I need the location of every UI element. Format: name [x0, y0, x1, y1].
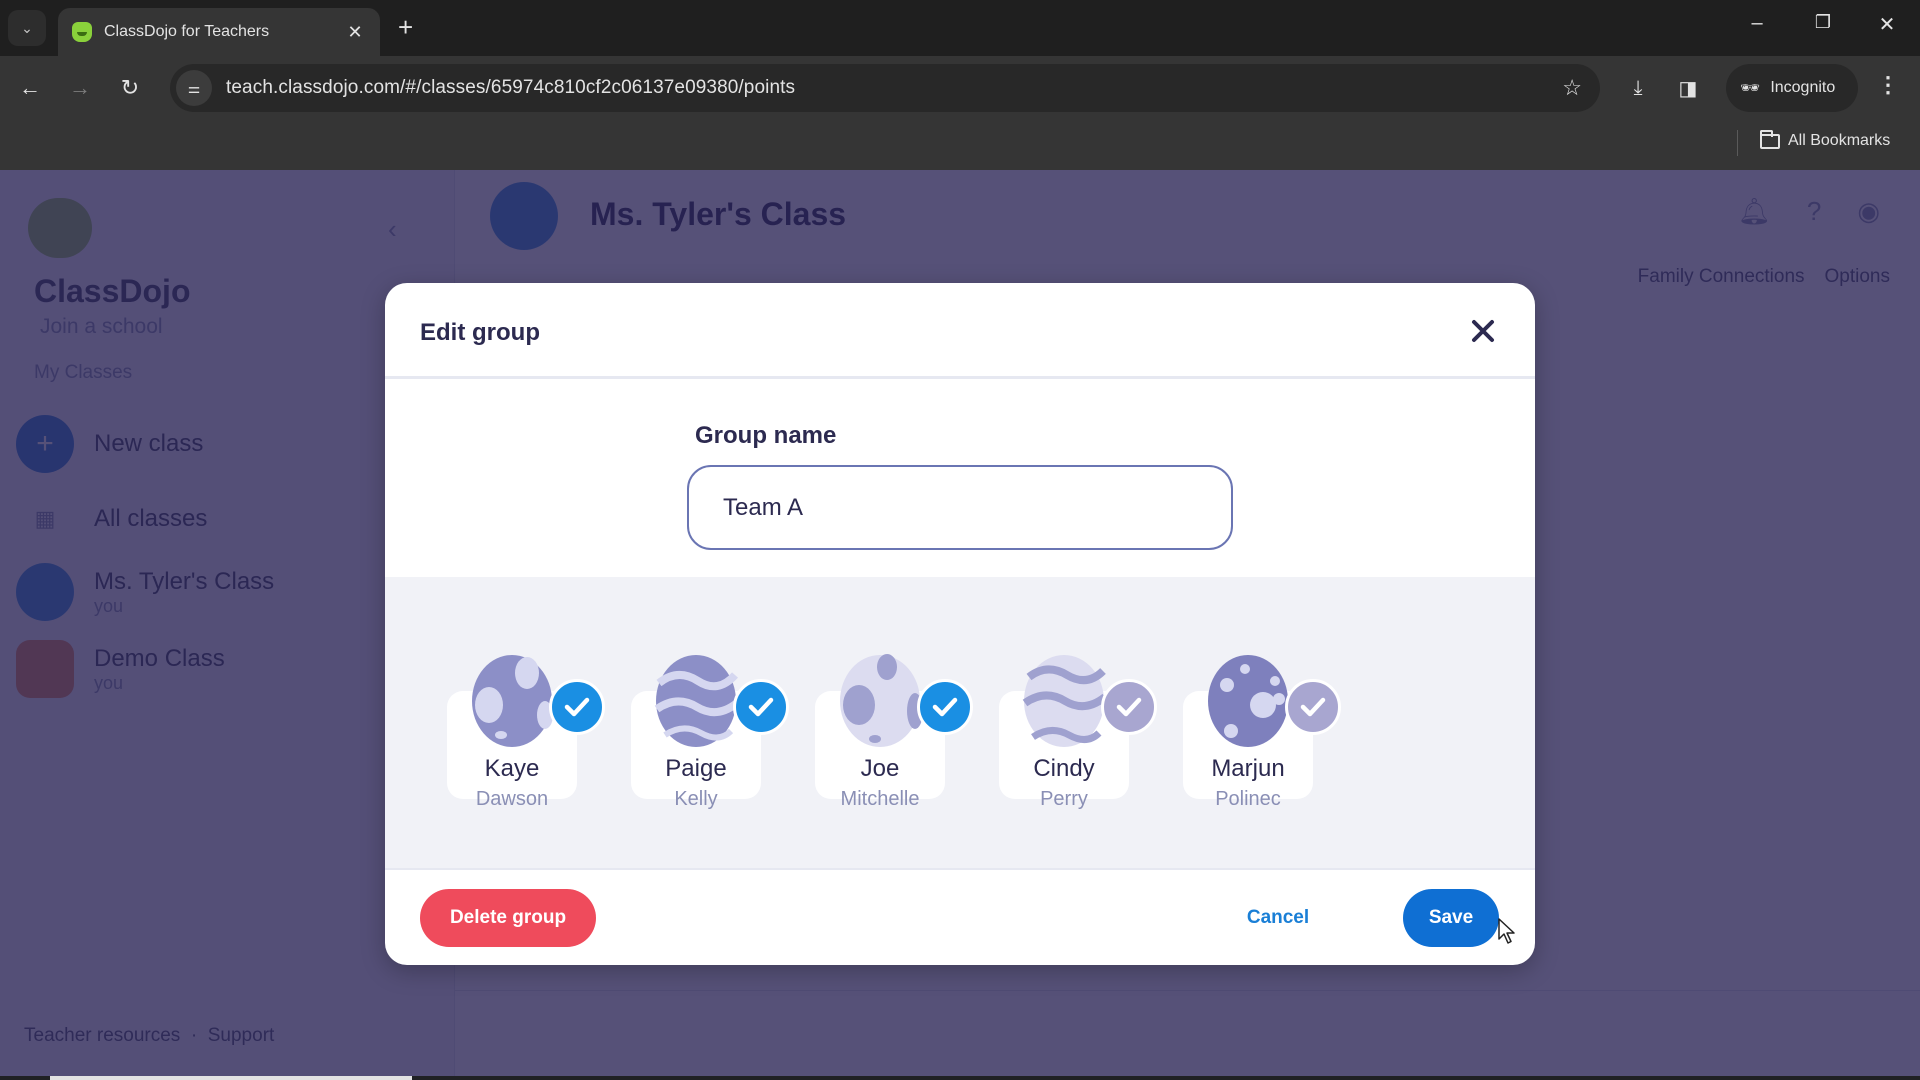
- minimize-button[interactable]: –: [1742, 12, 1772, 35]
- dialog-title: Edit group: [420, 319, 540, 346]
- dialog-header: Edit group: [385, 283, 1535, 379]
- window-close-button[interactable]: ✕: [1872, 12, 1902, 37]
- checked-icon[interactable]: [917, 679, 973, 735]
- student-first-name: Joe: [860, 755, 900, 782]
- url-text[interactable]: teach.classdojo.com/#/classes/65974c810c…: [226, 77, 1562, 99]
- save-button[interactable]: Save: [1403, 889, 1499, 947]
- close-button[interactable]: [1463, 311, 1503, 351]
- delete-group-button[interactable]: Delete group: [420, 889, 596, 947]
- all-bookmarks-button[interactable]: All Bookmarks: [1760, 129, 1891, 150]
- unchecked-icon[interactable]: [1285, 679, 1341, 735]
- incognito-icon: 🕶: [1740, 80, 1761, 97]
- egg-avatar-icon: [1022, 655, 1107, 747]
- student-card[interactable]: Cindy Perry: [999, 643, 1157, 810]
- download-icon[interactable]: ⤓: [1622, 72, 1654, 104]
- mouse-cursor-icon: [1498, 918, 1515, 944]
- egg-avatar-icon: [472, 655, 553, 747]
- incognito-indicator[interactable]: 🕶 Incognito: [1726, 64, 1858, 112]
- progress-track: [0, 1076, 1920, 1080]
- folder-icon: [1760, 129, 1780, 149]
- checked-icon[interactable]: [549, 679, 605, 735]
- tab-title: ClassDojo for Teachers: [104, 23, 270, 40]
- bookmark-star-icon[interactable]: ☆: [1562, 75, 1582, 101]
- group-name-input[interactable]: [687, 465, 1233, 550]
- dialog-footer: Delete group Cancel Save: [385, 872, 1535, 965]
- all-bookmarks-label: All Bookmarks: [1788, 132, 1891, 149]
- close-icon: [1472, 320, 1494, 342]
- student-last-name: Mitchelle: [840, 788, 920, 810]
- edit-group-dialog: Edit group Group name Kaye Dawson Paige Kel…: [385, 283, 1535, 965]
- egg-avatar-icon: [1208, 655, 1288, 747]
- browser-tab-active[interactable]: ClassDojo for Teachers ✕: [58, 8, 380, 56]
- group-name-label: Group name: [695, 422, 837, 449]
- egg-avatar-icon: [840, 654, 923, 747]
- student-first-name: Marjun: [1211, 755, 1285, 782]
- bookmarks-divider: [1737, 130, 1738, 156]
- reload-icon[interactable]: ↻: [114, 72, 146, 104]
- student-card[interactable]: Paige Kelly: [631, 643, 789, 810]
- site-info-icon[interactable]: ⚌: [176, 70, 212, 106]
- cancel-button[interactable]: Cancel: [1223, 889, 1333, 947]
- student-first-name: Paige: [665, 755, 727, 782]
- student-last-name: Dawson: [475, 788, 549, 810]
- new-tab-button[interactable]: +: [398, 12, 413, 42]
- student-picker: Kaye Dawson Paige Kelly Joe Mitchelle Cindy Per…: [385, 577, 1535, 870]
- tab-close-icon[interactable]: ✕: [344, 22, 366, 43]
- forward-arrow-icon[interactable]: →: [64, 72, 96, 104]
- student-first-name: Cindy: [1033, 755, 1095, 782]
- egg-avatar-icon: [654, 655, 739, 747]
- student-card[interactable]: Marjun Polinec: [1183, 643, 1341, 810]
- address-bar[interactable]: ⚌ teach.classdojo.com/#/classes/65974c81…: [170, 64, 1600, 112]
- student-card[interactable]: Kaye Dawson: [447, 643, 605, 810]
- unchecked-icon[interactable]: [1101, 679, 1157, 735]
- side-panel-icon[interactable]: ◨: [1672, 72, 1704, 104]
- incognito-label: Incognito: [1770, 79, 1836, 96]
- browser-menu-icon[interactable]: ⋮: [1876, 72, 1900, 98]
- browser-toolbar: ← → ↻ ⚌ teach.classdojo.com/#/classes/65…: [0, 56, 1920, 120]
- chevron-down-icon: ⌄: [21, 19, 33, 36]
- student-last-name: Kelly: [674, 788, 718, 810]
- student-card[interactable]: Joe Mitchelle: [815, 643, 973, 810]
- browser-tab-strip: ⌄ ClassDojo for Teachers ✕ + – ❐ ✕: [0, 0, 1920, 56]
- bookmarks-bar: All Bookmarks: [0, 120, 1920, 170]
- checked-icon[interactable]: [733, 679, 789, 735]
- group-name-section: Group name: [385, 382, 1535, 577]
- student-last-name: Perry: [1040, 788, 1088, 810]
- tab-search-button[interactable]: ⌄: [8, 10, 46, 46]
- student-first-name: Kaye: [484, 755, 540, 782]
- back-arrow-icon[interactable]: ←: [14, 72, 46, 104]
- progress-played: [50, 1076, 412, 1080]
- classdojo-favicon-icon: [72, 22, 92, 42]
- student-last-name: Polinec: [1215, 788, 1281, 810]
- restore-button[interactable]: ❐: [1808, 12, 1838, 33]
